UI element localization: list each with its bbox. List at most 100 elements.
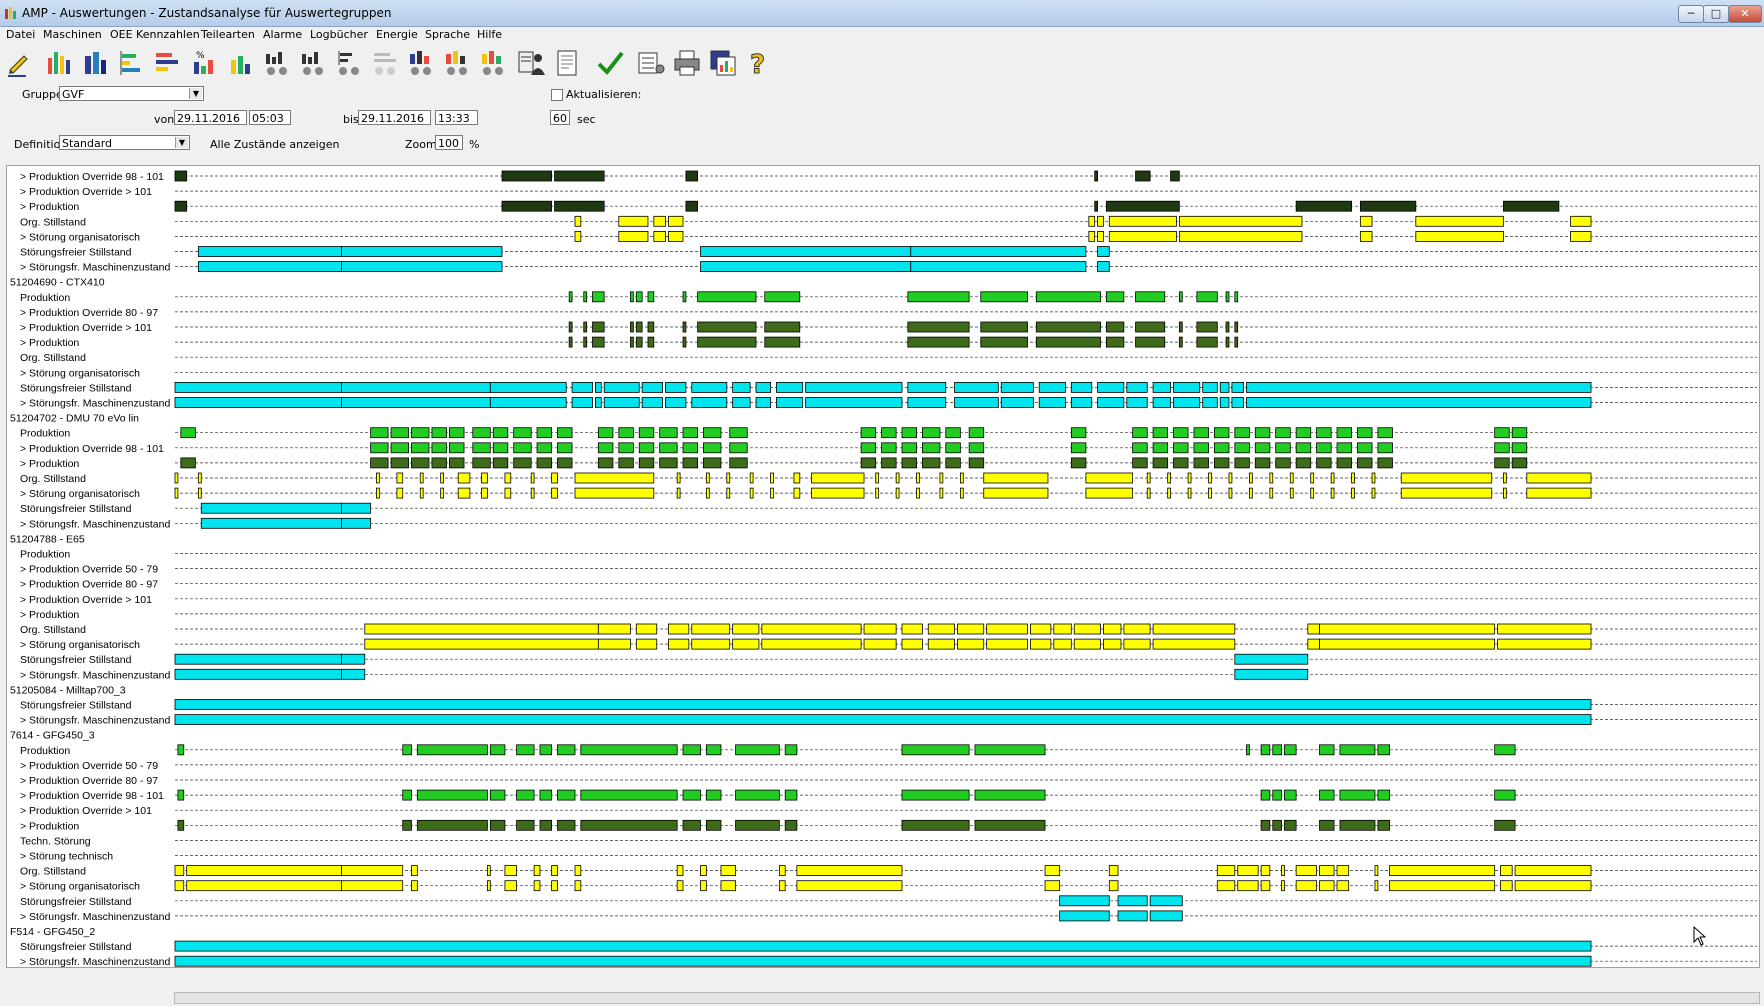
export-icon[interactable] <box>708 48 738 78</box>
bar-chart-blue-icon[interactable] <box>80 48 110 78</box>
menu-teilearten[interactable]: Teilearten <box>201 28 255 41</box>
close-button[interactable]: ✕ <box>1728 5 1762 23</box>
state-bar <box>174 381 342 393</box>
state-bar <box>954 381 999 393</box>
gruppe-select[interactable]: GVF ▼ <box>59 86 204 101</box>
state-bar <box>1173 427 1189 439</box>
zoom-field[interactable]: 100 <box>435 135 463 150</box>
state-bar <box>1377 819 1390 831</box>
state-bar <box>1117 910 1148 922</box>
state-bar <box>501 200 553 212</box>
row-label: 7614 - GFG450_3 <box>10 730 95 742</box>
state-bar <box>1319 880 1335 892</box>
help-icon[interactable]: ? <box>744 48 774 79</box>
state-bar <box>916 472 920 484</box>
state-bar <box>1246 381 1592 393</box>
group-chart-icon-2[interactable] <box>298 48 328 78</box>
group-chart-icon-6[interactable] <box>478 48 508 78</box>
menu-sprache[interactable]: Sprache <box>425 28 470 41</box>
row-label: > Störungsfr. Maschinenzustand <box>20 262 170 274</box>
legend-chart-icon[interactable] <box>152 48 182 78</box>
state-bar <box>682 336 687 348</box>
menu-alarme[interactable]: Alarme <box>263 28 302 41</box>
state-bar <box>486 865 491 876</box>
state-bar <box>1193 457 1209 469</box>
menu-datei[interactable]: Datei <box>6 28 35 41</box>
document-icon[interactable] <box>552 48 582 78</box>
state-bar <box>1377 457 1393 469</box>
state-bar <box>1319 789 1335 801</box>
state-bar <box>635 638 658 650</box>
state-bar <box>1097 215 1104 227</box>
alle-zustaende-link[interactable]: Alle Zustände anzeigen <box>210 138 339 151</box>
state-bar <box>174 714 1592 725</box>
maximize-button[interactable]: □ <box>1703 5 1729 23</box>
group-chart-icon-3[interactable] <box>334 48 364 78</box>
menu-energie[interactable]: Energie <box>376 28 418 41</box>
operator-icon[interactable] <box>516 48 546 78</box>
row-label: Produktion <box>20 745 70 757</box>
state-bar <box>396 487 404 499</box>
state-bar <box>1152 442 1169 454</box>
list-settings-icon[interactable] <box>636 48 666 78</box>
state-bar <box>1070 427 1087 439</box>
state-bar <box>574 215 582 227</box>
state-bar <box>720 865 736 876</box>
state-bar <box>603 381 640 393</box>
state-bar <box>630 336 634 348</box>
row-label: Störungsfreier Stillstand <box>20 941 132 953</box>
state-bar <box>1088 231 1096 242</box>
state-bar <box>1173 457 1189 469</box>
aktualisieren-checkbox[interactable] <box>551 89 563 101</box>
bis-date-field[interactable]: 29.11.2016 <box>358 110 431 125</box>
definition-select[interactable]: Standard ▼ <box>59 135 190 150</box>
state-bar <box>703 427 722 439</box>
state-bar <box>1193 442 1209 454</box>
group-chart-icon-5[interactable] <box>442 48 472 78</box>
state-bar <box>1105 321 1125 333</box>
chevron-down-icon[interactable]: ▼ <box>175 137 188 148</box>
group-chart-disabled-icon[interactable] <box>370 48 400 78</box>
percent-chart-icon[interactable]: % <box>188 48 218 78</box>
minimize-button[interactable]: ─ <box>1678 5 1704 23</box>
horizontal-scrollbar[interactable] <box>174 992 1760 1004</box>
state-bar <box>676 880 684 892</box>
chevron-down-icon[interactable]: ▼ <box>189 88 202 99</box>
row-label: Störungsfreier Stillstand <box>20 247 132 259</box>
group-chart-icon-1[interactable] <box>262 48 292 78</box>
bis-time-field[interactable]: 13:33 <box>435 110 478 125</box>
von-date-field[interactable]: 29.11.2016 <box>174 110 247 125</box>
state-bar <box>703 457 722 469</box>
printer-icon[interactable] <box>672 48 702 78</box>
state-bar <box>901 457 917 469</box>
menu-maschinen[interactable]: Maschinen <box>43 28 102 41</box>
gantt-icon[interactable] <box>116 48 146 78</box>
row-label: > Produktion <box>20 820 79 832</box>
state-bar <box>729 442 748 454</box>
state-bar <box>957 638 985 650</box>
state-bar <box>691 381 728 393</box>
svg-text:%: % <box>196 51 205 61</box>
percent-chart-icon-2[interactable] <box>226 48 256 78</box>
state-bar <box>1234 668 1309 680</box>
state-bar <box>881 427 897 439</box>
group-chart-icon-4[interactable] <box>406 48 436 78</box>
state-bar <box>1500 880 1513 892</box>
state-bar <box>1514 880 1592 892</box>
checkmark-icon[interactable] <box>595 48 625 78</box>
state-bar <box>1073 638 1101 650</box>
menu-oee-kennzahlen[interactable]: OEE Kennzahlen <box>110 28 200 41</box>
state-bar <box>539 819 553 831</box>
von-time-field[interactable]: 05:03 <box>249 110 291 125</box>
state-bar <box>376 472 380 484</box>
bar-chart-icon[interactable] <box>44 48 74 78</box>
interval-field[interactable]: 60 <box>550 110 570 125</box>
menu-hilfe[interactable]: Hilfe <box>477 28 502 41</box>
state-bar <box>1108 215 1177 227</box>
state-bar <box>1228 487 1233 499</box>
edit-icon[interactable] <box>4 48 34 78</box>
state-bar <box>685 200 699 212</box>
menu-logbuecher[interactable]: Logbücher <box>310 28 368 41</box>
state-bar <box>1295 442 1312 454</box>
state-bar <box>1173 442 1189 454</box>
